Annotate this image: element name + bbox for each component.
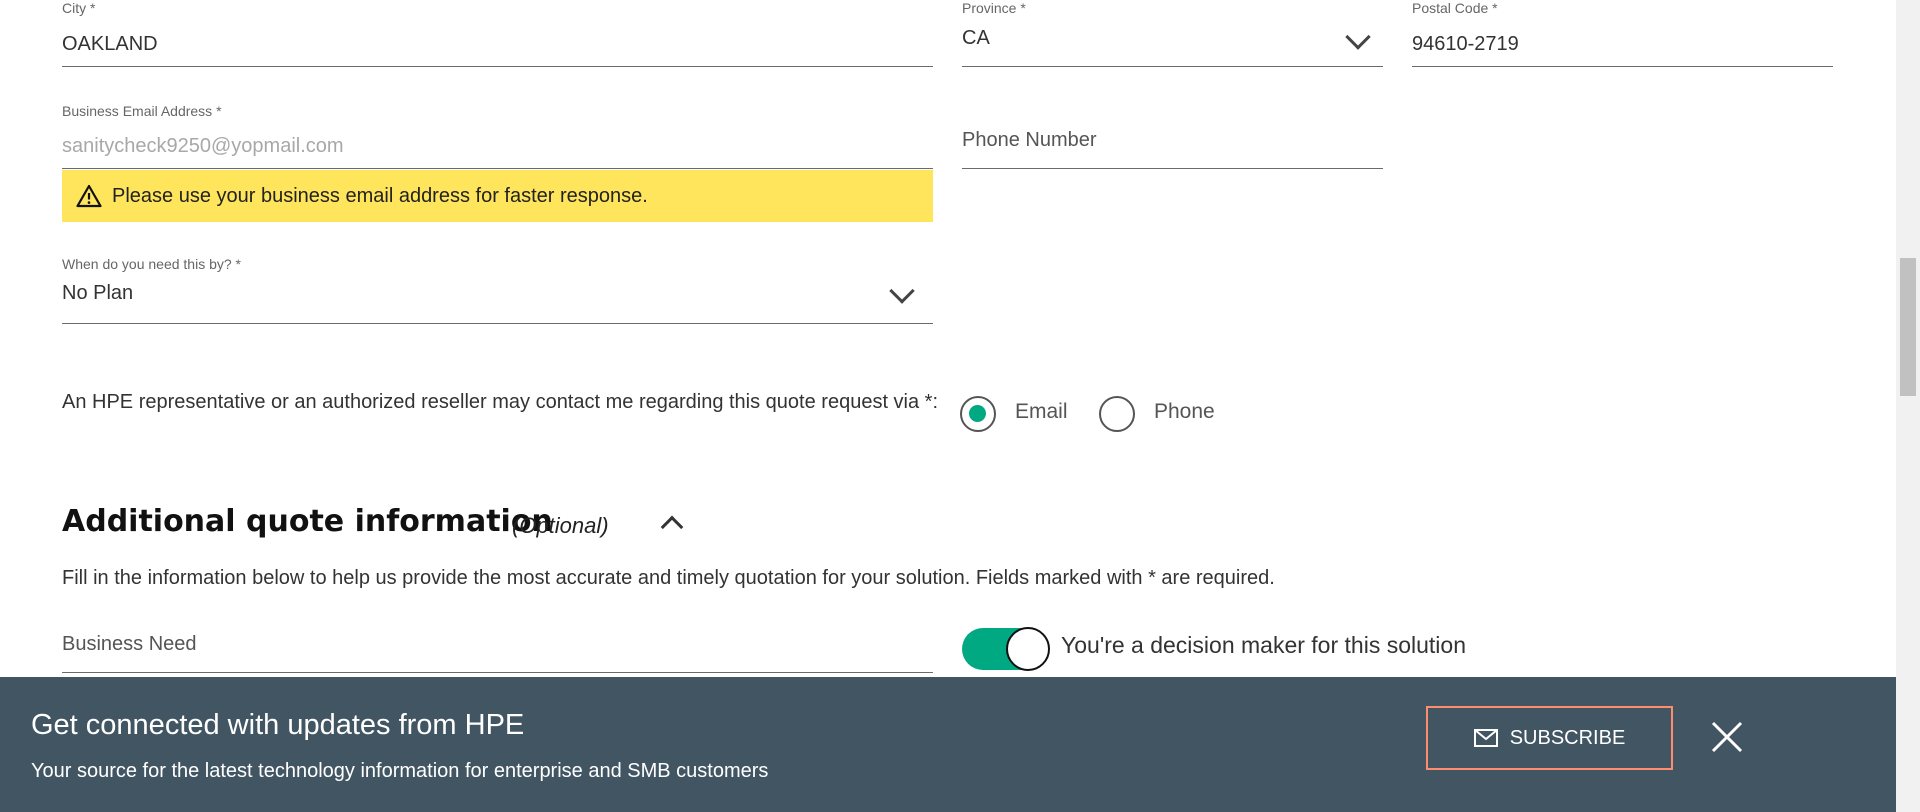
banner-subtitle: Your source for the latest technology in… — [31, 760, 769, 782]
close-icon[interactable] — [1710, 720, 1744, 754]
city-field[interactable]: OAKLAND — [62, 24, 933, 67]
business-need-field[interactable]: Business Need — [62, 625, 933, 673]
timeline-select[interactable]: No Plan — [62, 278, 933, 324]
chevron-up-icon[interactable] — [660, 515, 684, 539]
optional-tag: (Optional) — [512, 513, 609, 538]
subscribe-label: SUBSCRIBE — [1509, 726, 1626, 749]
city-value: OAKLAND — [62, 33, 158, 55]
timeline-value: No Plan — [62, 282, 134, 304]
email-warning-text: Please use your business email address f… — [112, 184, 648, 207]
postal-code-label: Postal Code * — [1412, 0, 1498, 16]
province-label: Province * — [962, 0, 1026, 16]
section-title: Additional quote information — [62, 504, 553, 539]
email-label: Business Email Address * — [62, 103, 222, 119]
postal-code-field[interactable]: 94610-2719 — [1412, 24, 1833, 67]
email-field[interactable]: sanitycheck9250@yopmail.com — [62, 126, 933, 169]
timeline-label: When do you need this by? * — [62, 256, 242, 272]
province-select[interactable]: CA — [962, 24, 1383, 67]
province-value: CA — [962, 27, 990, 49]
radio-email[interactable] — [960, 396, 996, 432]
city-label: City * — [62, 0, 96, 16]
phone-placeholder: Phone Number — [962, 129, 1097, 151]
chevron-down-icon — [889, 278, 915, 304]
decision-maker-label: You're a decision maker for this solutio… — [1061, 632, 1466, 658]
scrollbar-thumb[interactable] — [1900, 258, 1916, 396]
radio-email-label[interactable]: Email — [1015, 400, 1068, 424]
email-warning: Please use your business email address f… — [62, 170, 933, 222]
page-scrollbar[interactable] — [1896, 0, 1920, 812]
warning-icon — [76, 184, 102, 208]
radio-phone[interactable] — [1099, 396, 1135, 432]
postal-code-value: 94610-2719 — [1412, 33, 1519, 55]
contact-prompt: An HPE representative or an authorized r… — [62, 391, 939, 413]
subscribe-banner: Get connected with updates from HPE Your… — [0, 677, 1896, 812]
mail-icon — [1473, 729, 1498, 747]
chevron-down-icon — [1345, 24, 1371, 50]
toggle-knob — [1006, 627, 1050, 671]
banner-title: Get connected with updates from HPE — [31, 709, 525, 741]
radio-selected-dot — [969, 405, 986, 422]
radio-phone-label[interactable]: Phone — [1154, 400, 1215, 424]
section-description: Fill in the information below to help us… — [62, 567, 1275, 589]
business-need-placeholder: Business Need — [62, 633, 197, 655]
email-value: sanitycheck9250@yopmail.com — [62, 135, 344, 157]
phone-field[interactable]: Phone Number — [962, 126, 1383, 169]
subscribe-button[interactable]: SUBSCRIBE — [1426, 706, 1673, 770]
decision-maker-toggle[interactable] — [962, 627, 1050, 671]
